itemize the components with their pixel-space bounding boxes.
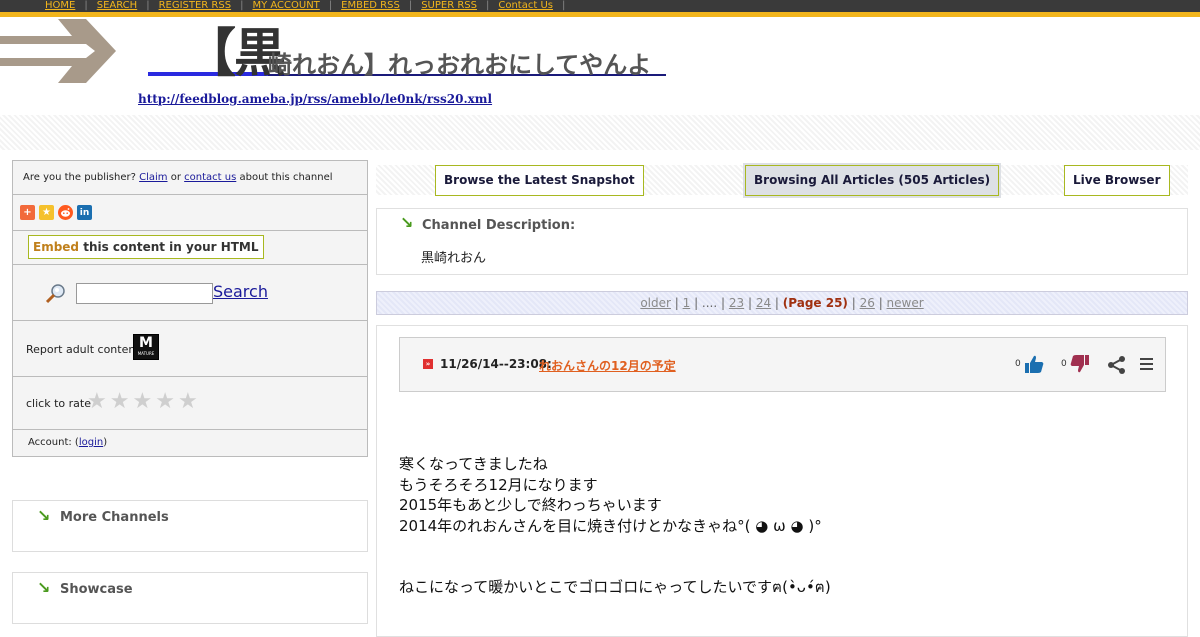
article-line: もうそろそろ12月になります xyxy=(399,475,598,494)
claim-link[interactable]: Claim xyxy=(139,172,167,183)
article-bullet-icon: » xyxy=(423,359,433,369)
rate-label: click to rate xyxy=(26,397,91,410)
pager-page-26[interactable]: 26 xyxy=(860,296,875,310)
nav-item-super-rss[interactable]: SUPER RSS | xyxy=(412,0,489,12)
search-button[interactable]: Search xyxy=(213,282,268,301)
pager-older[interactable]: older xyxy=(640,296,671,310)
article-line: 2014年のれおんさんを目に焼き付けとかなきゃね°( ◕ ω ◕ )° xyxy=(399,516,822,535)
channel-title: 崎れおん】れっおれおにしてやんよ xyxy=(268,51,652,79)
embed-highlight: Embed xyxy=(33,240,80,254)
channel-title-link[interactable]: 【黒 崎れおん】れっおれおにしてやんよ xyxy=(148,17,666,84)
account-suffix: ) xyxy=(103,437,108,448)
green-arrow-icon: ↘ xyxy=(400,213,414,232)
more-channels-box: ↘ More Channels xyxy=(12,500,368,552)
article-line: 2015年もあと少しで終わっちゃいます xyxy=(399,496,662,514)
reddit-icon[interactable] xyxy=(58,205,73,220)
publisher-or: or xyxy=(170,172,181,183)
search-icon xyxy=(45,284,65,304)
login-link[interactable]: login xyxy=(79,437,103,448)
dislike-count: 0 xyxy=(1061,359,1067,369)
like-count: 0 xyxy=(1015,359,1021,369)
embed-label: this content in your HTML xyxy=(83,240,259,254)
publisher-row: Are you the publisher? Claim or contact … xyxy=(13,161,367,195)
showcase-heading[interactable]: Showcase xyxy=(60,582,133,597)
pager-ellipsis: .... xyxy=(701,296,718,310)
star-2-icon[interactable]: ★ xyxy=(110,389,130,415)
thumbs-down-icon[interactable] xyxy=(1070,354,1090,374)
article-line xyxy=(399,536,831,577)
search-input[interactable] xyxy=(76,283,213,304)
mature-badge-text: MATURE xyxy=(137,351,155,356)
page-header: 【黒 崎れおん】れっおれおにしてやんよ http://feedblog.ameb… xyxy=(0,17,1200,150)
social-share-row: + ★ in xyxy=(13,195,367,231)
nav-link-register-rss[interactable]: REGISTER RSS xyxy=(150,0,241,11)
publisher-prefix: Are you the publisher? xyxy=(23,172,136,183)
star-4-icon[interactable]: ★ xyxy=(155,389,175,415)
embed-content-button[interactable]: Embed this content in your HTML xyxy=(28,235,264,259)
nav-link-embed-rss[interactable]: EMBED RSS xyxy=(332,0,409,11)
adult-report-label: Report adult content: xyxy=(26,343,144,356)
star-5-icon[interactable]: ★ xyxy=(178,389,198,415)
article-header: » 11/26/14--23:08: れおんさんの12月の予定 0 0 xyxy=(399,337,1166,392)
nav-link-my-account[interactable]: MY ACCOUNT xyxy=(243,0,328,11)
feed-url-link[interactable]: http://feedblog.ameba.jp/rss/ameblo/le0n… xyxy=(138,92,492,106)
channel-description-heading: Channel Description: xyxy=(422,218,576,233)
showcase-box: ↘ Showcase xyxy=(12,572,368,624)
pager-page-23[interactable]: 23 xyxy=(729,296,744,310)
nav-link-search[interactable]: SEARCH xyxy=(88,0,146,11)
plus-icon[interactable]: + xyxy=(20,205,35,220)
top-nav: HOME | SEARCH | REGISTER RSS | MY ACCOUNT | … xyxy=(0,0,1200,17)
article-date: 11/26/14--23:08: xyxy=(440,357,552,371)
article-line: 寒くなってきましたね xyxy=(399,455,548,473)
article-line: ねこになって暖かいとこでゴロゴロにゃってしたいですฅ(•̀ᴗ•́ฅ) xyxy=(399,578,831,596)
mature-rating-icon[interactable]: M MATURE xyxy=(133,334,159,360)
nav-item-search[interactable]: SEARCH | xyxy=(88,0,150,12)
nav-link-home[interactable]: HOME xyxy=(36,0,84,11)
nav-link-contact-us[interactable]: Contact Us xyxy=(489,0,562,11)
tab-all-articles[interactable]: Browsing All Articles (505 Articles) xyxy=(742,163,1002,198)
pager-page-24[interactable]: 24 xyxy=(756,296,771,310)
tab-live-browser[interactable]: Live Browser xyxy=(1064,165,1170,196)
adult-report-row: Report adult content: M MATURE xyxy=(13,321,367,377)
nav-item-home[interactable]: HOME | xyxy=(36,0,88,12)
star-1-icon[interactable]: ★ xyxy=(87,389,107,415)
channel-sidebar: Are you the publisher? Claim or contact … xyxy=(12,160,368,457)
channel-description: 黒崎れおん xyxy=(421,251,487,266)
contact-us-link[interactable]: contact us xyxy=(184,172,236,183)
pagination: older | 1 | .... | 23 | 24 | (Page 25) |… xyxy=(376,291,1188,315)
nav-link-super-rss[interactable]: SUPER RSS xyxy=(412,0,486,11)
share-icon[interactable] xyxy=(1107,355,1127,375)
linkedin-icon[interactable]: in xyxy=(77,205,92,220)
publisher-suffix: about this channel xyxy=(239,172,333,183)
star-rating: ★ ★ ★ ★ ★ xyxy=(87,389,198,415)
more-channels-heading[interactable]: More Channels xyxy=(60,510,169,525)
channel-description-box: ↘ Channel Description: 黒崎れおん xyxy=(376,208,1188,275)
account-prefix: Account: ( xyxy=(28,437,79,448)
search-row: Search xyxy=(13,265,367,321)
star-icon[interactable]: ★ xyxy=(39,205,54,220)
menu-icon[interactable] xyxy=(1140,355,1154,373)
tab-latest-snapshot[interactable]: Browse the Latest Snapshot xyxy=(435,165,644,196)
article-title-link[interactable]: れおんさんの12月の予定 xyxy=(539,357,676,374)
arrow-right-icon xyxy=(0,19,116,83)
nav-item-embed-rss[interactable]: EMBED RSS | xyxy=(332,0,412,12)
green-arrow-icon: ↘ xyxy=(37,506,51,525)
embed-row: Embed this content in your HTML xyxy=(13,231,367,265)
nav-item-contact-us[interactable]: Contact Us | xyxy=(489,0,565,12)
article-card: » 11/26/14--23:08: れおんさんの12月の予定 0 0 寒くなっ… xyxy=(376,325,1188,637)
green-arrow-icon: ↘ xyxy=(37,578,51,597)
rating-row: click to rate ★ ★ ★ ★ ★ xyxy=(13,377,367,430)
pager-current: (Page 25) xyxy=(782,296,848,310)
pager-page-1[interactable]: 1 xyxy=(683,296,691,310)
mature-badge-letter: M xyxy=(139,335,153,351)
account-row: Account: (login) xyxy=(13,430,367,456)
pager-newer[interactable]: newer xyxy=(887,296,924,310)
star-3-icon[interactable]: ★ xyxy=(132,389,152,415)
article-body: 寒くなってきましたね もうそろそろ12月になります 2015年もあと少しで終わっ… xyxy=(399,454,831,598)
thumbs-up-icon[interactable] xyxy=(1024,354,1044,374)
